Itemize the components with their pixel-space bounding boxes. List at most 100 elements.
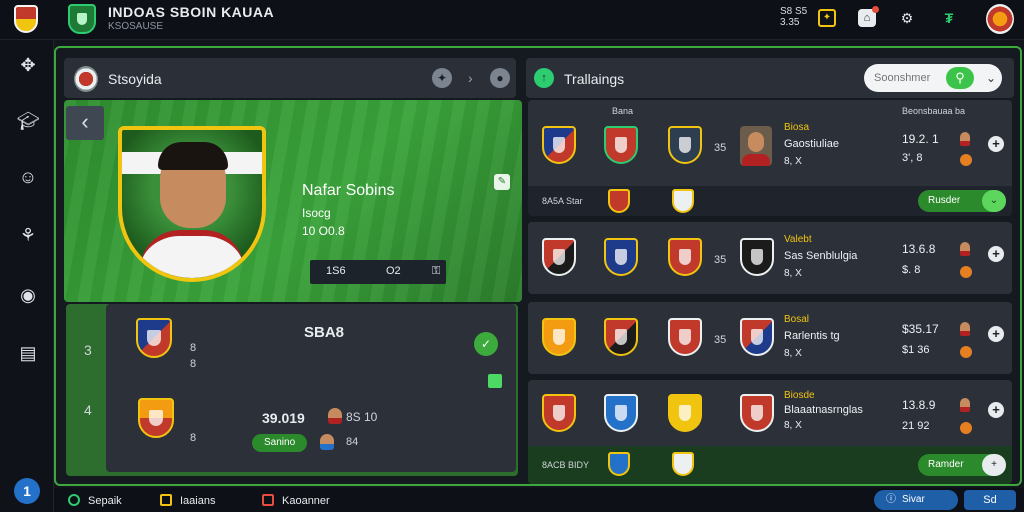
add-icon[interactable]: +: [988, 136, 1004, 152]
row-number: 4: [84, 402, 92, 418]
training-header: ↑ Trallaings ⚲ ⌄: [526, 58, 1014, 98]
chevron-down-icon[interactable]: ⌄: [986, 69, 996, 87]
edit-icon[interactable]: ✎: [494, 174, 510, 190]
fixture-footer: 8A5A Star Rusder ⌄: [528, 186, 1012, 216]
team-crest-icon[interactable]: [136, 318, 172, 358]
back-arrow-icon[interactable]: ‹: [66, 106, 104, 140]
fixture-score: 13.6.8: [902, 242, 936, 256]
lineup-value: 8: [190, 358, 197, 370]
fixture-team: Gaostiuliae: [784, 138, 840, 150]
team-crest-icon: [740, 394, 774, 432]
fixture-footer: 8ACB BIDY Ramder +: [528, 446, 1012, 484]
lineup-action-button[interactable]: Sanino: [252, 434, 308, 452]
fixture-action-label: Rusder: [928, 195, 961, 206]
tactics-icon[interactable]: ✥: [15, 52, 41, 78]
team-crest-icon: [542, 238, 576, 276]
add-icon[interactable]: +: [988, 246, 1004, 262]
team-crest-icon: [668, 318, 702, 356]
fixture-card[interactable]: Bana Beonsbauaa ba 35 Biosa Gaostiuliae …: [528, 100, 1012, 216]
player-shirt: [140, 230, 244, 278]
fixture-mid: 35: [714, 334, 727, 346]
fixture-card[interactable]: 35 Bosal Rarlentis tg 8, X $35.17 $1 36 …: [528, 302, 1012, 374]
squad-tab-icon: [68, 494, 80, 506]
add-icon[interactable]: +: [988, 402, 1004, 418]
fixture-footer-label: 8ACB BIDY: [542, 460, 590, 470]
form-dot-icon: [960, 346, 972, 358]
bottom-bar: Sepaik Iaaians Kaoanner ⓘ Sivar Sd: [54, 488, 1024, 512]
player-hero-card: ‹ Nafar Sobins Isocg 10 O0.8 ✎ 1S6 O2 ⚿: [64, 100, 522, 302]
fixture-column-head: Beonsbauaa ba: [902, 106, 966, 116]
tab-label: Kaoanner: [282, 495, 330, 507]
confirm-icon[interactable]: ✓: [474, 332, 498, 356]
search-input[interactable]: [874, 70, 946, 86]
profile-crest-icon[interactable]: [986, 4, 1014, 34]
training-header-label: Trallaings: [564, 71, 625, 87]
team-crest-icon: [668, 238, 702, 276]
stats-icon[interactable]: ▤: [15, 340, 41, 366]
team-crest-icon[interactable]: [138, 398, 174, 438]
academy-icon[interactable]: 🎓︎: [15, 108, 41, 134]
lineup-value: 8: [190, 432, 197, 444]
shield-badge-icon[interactable]: ✦: [818, 9, 836, 27]
search-icon[interactable]: ⚲: [946, 67, 974, 89]
tab-label: Iaaians: [180, 495, 216, 507]
stat-right: O2: [386, 265, 401, 277]
player-avatar: [320, 434, 334, 450]
notification-dot: [872, 6, 879, 13]
tab-finances[interactable]: Kaoanner: [262, 492, 330, 510]
notifications-icon[interactable]: ⌂: [858, 6, 879, 27]
fixture-action-button[interactable]: Ramder +: [918, 454, 1006, 476]
team-crest-icon: [740, 238, 774, 276]
scouting-icon[interactable]: ☺: [15, 164, 41, 190]
next-icon[interactable]: ●: [490, 68, 510, 88]
fixture-score: 13.8.9: [902, 398, 936, 412]
currency-icon[interactable]: ₮: [940, 9, 958, 27]
fixture-action-button[interactable]: Rusder ⌄: [918, 190, 1006, 212]
add-icon[interactable]: +: [988, 326, 1004, 342]
club-icon[interactable]: ◉: [15, 282, 41, 308]
help-button[interactable]: 1: [14, 478, 40, 504]
form-dot-icon: [960, 154, 972, 166]
lineup-value: 8: [190, 342, 197, 354]
fixture-card[interactable]: 35 Valebt Sas Senblulgia 8, X 13.6.8 $. …: [528, 222, 1012, 294]
gears-icon[interactable]: ⚙: [898, 9, 916, 27]
fixture-name: Biosa: [784, 122, 810, 133]
clock-top: S8 S5: [780, 6, 808, 17]
fixture-team: Rarlentis tg: [784, 330, 840, 342]
lineup-side-a: 8S 10: [346, 410, 378, 424]
team-crest-icon: [608, 189, 630, 213]
fixture-name: Biosde: [784, 390, 815, 401]
transfer-icon[interactable]: [488, 374, 502, 388]
club-crest-icon[interactable]: [14, 5, 38, 33]
fixture-card[interactable]: Biosde Blaaatnasrnglas 8, X 13.8.9 21 92…: [528, 380, 1012, 484]
player-age: 10 O0.8: [302, 224, 345, 238]
team-crest-icon: [608, 452, 630, 476]
fixture-score-secondary: 3', 8: [902, 152, 923, 164]
tab-label: Sepaik: [88, 495, 122, 507]
fixture-footer-label: 8A5A Star: [542, 196, 583, 206]
fixture-score-secondary: $. 8: [902, 264, 921, 276]
fixture-mid: 35: [714, 142, 727, 154]
simulate-label: Sivar: [902, 494, 925, 505]
chevron-down-icon[interactable]: ⌄: [982, 190, 1006, 212]
tab-squad[interactable]: Sepaik: [68, 492, 122, 510]
chevron-right-icon[interactable]: ›: [468, 68, 473, 88]
info-icon[interactable]: ✦: [432, 68, 452, 88]
fitness-icon[interactable]: ⚘: [15, 222, 41, 248]
team-crest-icon: [668, 126, 702, 164]
fixture-action-label: Ramder: [928, 459, 964, 470]
continue-button[interactable]: Sd: [964, 490, 1016, 510]
add-icon[interactable]: +: [982, 454, 1006, 476]
team-crest-icon: [672, 452, 694, 476]
team-crest-icon: [604, 126, 638, 164]
simulate-button[interactable]: ⓘ Sivar: [874, 490, 958, 510]
player-face: [158, 142, 228, 228]
player-position: Isocg: [302, 206, 331, 220]
team-crest-icon: [672, 189, 694, 213]
game-clock: S8 S5 3.35: [780, 6, 807, 28]
fixture-score-secondary: $1 36: [902, 344, 930, 356]
tab-fixtures[interactable]: Iaaians: [160, 492, 215, 510]
league-badge-icon[interactable]: [68, 4, 96, 34]
person-icon: [960, 132, 970, 146]
fixture-score: $35.17: [902, 322, 939, 336]
